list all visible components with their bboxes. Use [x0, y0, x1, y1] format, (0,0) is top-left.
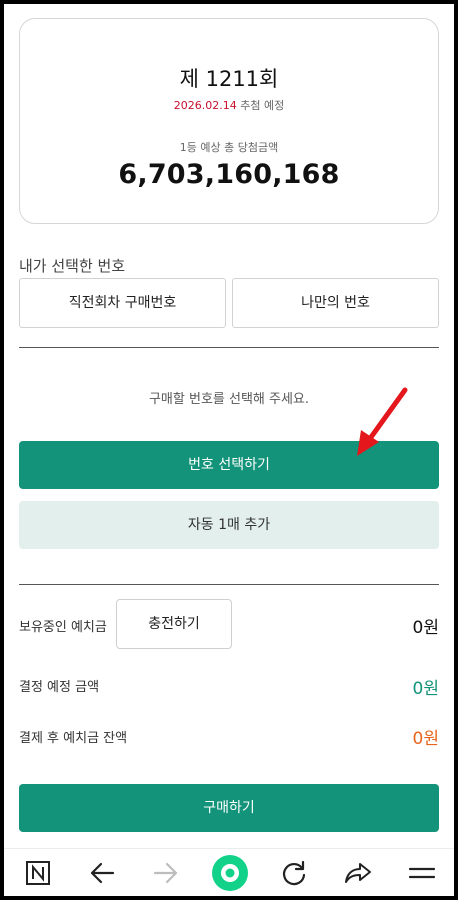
app-screen: 제 1211회 2026.02.14 추첨 예정 1등 예상 총 당첨금액 6,…: [4, 4, 454, 896]
payment-amount-value: 0원: [412, 679, 439, 699]
charge-button[interactable]: 충전하기: [116, 599, 232, 649]
draw-info-card: 제 1211회 2026.02.14 추첨 예정 1등 예상 총 당첨금액 6,…: [19, 18, 439, 224]
browser-bottom-bar: [4, 848, 454, 896]
prize-label: 1등 예상 총 당첨금액: [179, 141, 279, 154]
remaining-balance-value: 0원: [412, 729, 439, 749]
prize-amount: 6,703,160,168: [118, 159, 340, 190]
forward-arrow-icon: [134, 849, 198, 896]
draw-title: 제 1211회: [179, 67, 279, 91]
purchase-button[interactable]: 구매하기: [19, 784, 439, 832]
back-arrow-icon[interactable]: [70, 849, 134, 896]
divider-bottom: [19, 584, 439, 585]
deposit-label: 보유중인 예치금: [19, 620, 107, 635]
menu-icon[interactable]: [390, 849, 454, 896]
annotation-arrow-icon: [357, 387, 408, 456]
share-icon[interactable]: [326, 849, 390, 896]
draw-date: 2026.02.14 추첨 예정: [20, 97, 438, 113]
my-numbers-label: 내가 선택한 번호: [19, 257, 126, 275]
deposit-value: 0원: [412, 618, 439, 638]
auto-add-one-button[interactable]: 자동 1매 추가: [19, 501, 439, 549]
payment-amount-label: 결정 예정 금액: [19, 680, 100, 695]
draw-date-value: 2026.02.14: [173, 99, 237, 112]
refresh-icon[interactable]: [262, 849, 326, 896]
divider-top: [19, 347, 439, 348]
previous-round-numbers-button[interactable]: 직전회차 구매번호: [19, 278, 226, 328]
remaining-balance-label: 결제 후 예치금 잔액: [19, 731, 128, 746]
draw-date-suffix: 추첨 예정: [236, 99, 285, 112]
naver-n-icon[interactable]: [6, 849, 70, 896]
my-custom-numbers-button[interactable]: 나만의 번호: [232, 278, 439, 328]
home-circle-icon[interactable]: [198, 849, 262, 896]
